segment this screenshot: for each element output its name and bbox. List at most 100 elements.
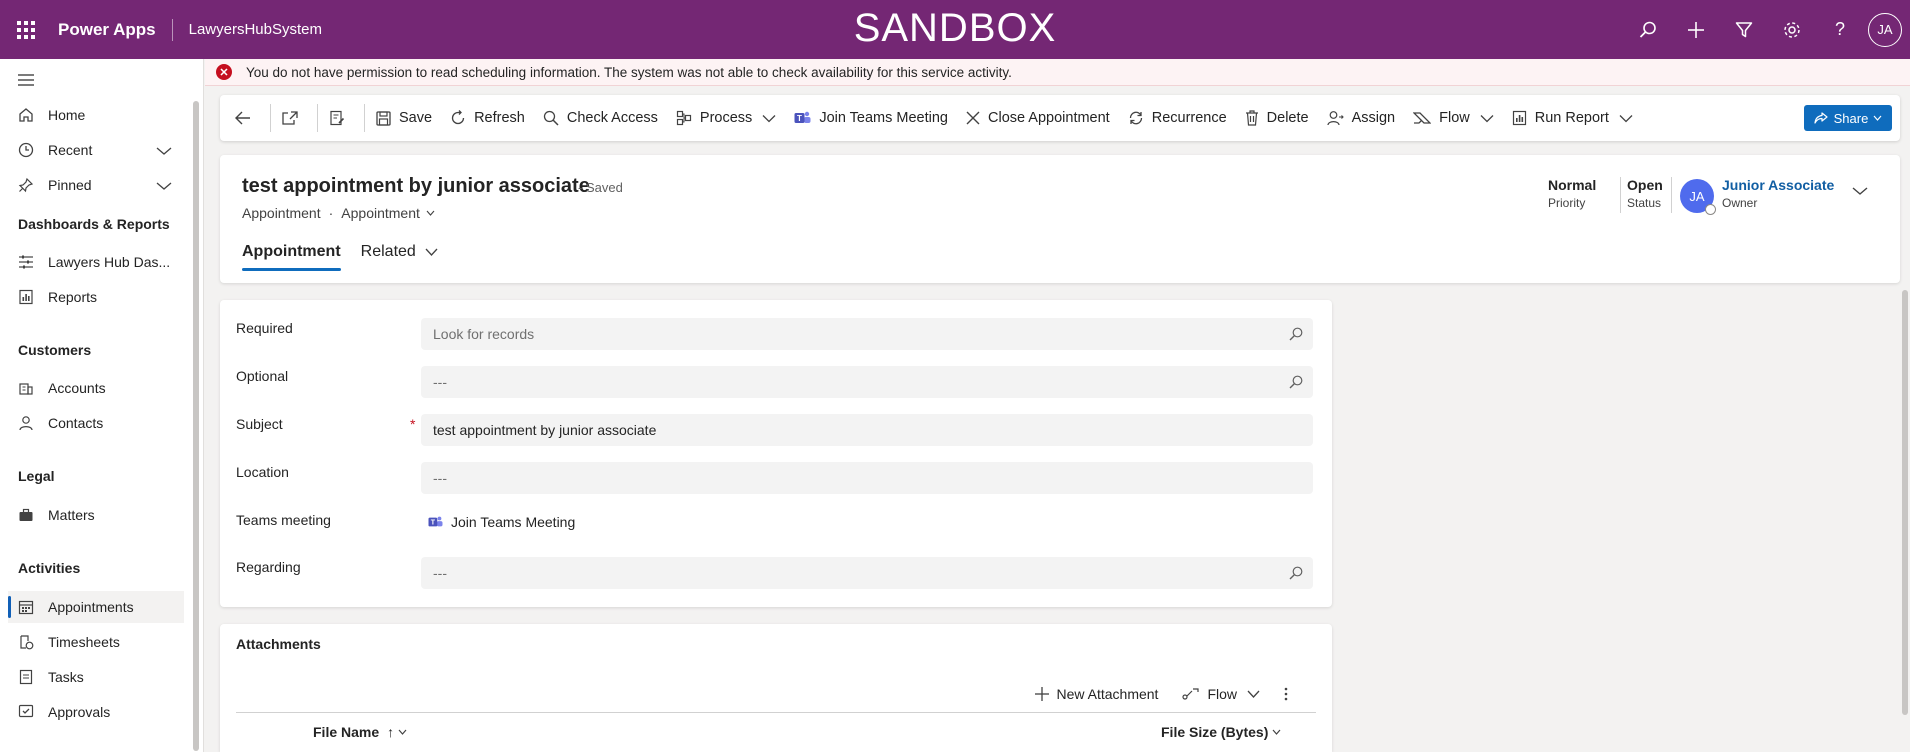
system-name[interactable]: LawyersHubSystem — [189, 21, 322, 38]
save-icon — [376, 110, 391, 126]
more-commands-button[interactable] — [1272, 676, 1308, 712]
user-avatar[interactable]: JA — [1868, 12, 1902, 47]
column-header-label: File Size (Bytes) — [1161, 724, 1269, 740]
sidebar-scrollbar[interactable] — [193, 101, 199, 751]
subject-field[interactable]: test appointment by junior associate — [421, 414, 1313, 446]
column-header-file-size[interactable]: File Size (Bytes) — [1161, 724, 1281, 740]
subject-label: Subject — [236, 416, 283, 432]
sidebar-item-contacts[interactable]: Contacts — [8, 407, 184, 439]
chevron-down-icon[interactable] — [156, 178, 172, 194]
attachments-flow-button[interactable]: Flow — [1170, 676, 1272, 712]
svg-text:T: T — [797, 114, 802, 123]
regarding-lookup-field[interactable]: --- — [421, 557, 1313, 589]
sidebar-item-matters[interactable]: Matters — [8, 499, 184, 531]
gear-icon[interactable] — [1768, 0, 1816, 59]
save-status: - Saved — [578, 180, 623, 195]
sidebar-item-reports[interactable]: Reports — [8, 281, 184, 313]
sidebar-item-label: Pinned — [48, 177, 92, 193]
person-assign-icon — [1326, 111, 1344, 126]
plus-icon[interactable] — [1672, 0, 1720, 59]
sidebar-item-appointments[interactable]: Appointments — [8, 591, 184, 623]
record-subtitle: Appointment · Appointment — [242, 205, 435, 221]
required-lookup-field[interactable]: Look for records — [421, 318, 1313, 350]
timesheet-icon — [18, 634, 34, 650]
sidebar-item-lawyers-hub-dashboard[interactable]: Lawyers Hub Das... — [8, 246, 184, 278]
new-attachment-label: New Attachment — [1056, 686, 1159, 702]
open-in-new-window-button[interactable] — [273, 100, 315, 136]
chevron-down-icon — [1619, 114, 1633, 122]
run-report-button[interactable]: Run Report — [1503, 100, 1642, 136]
recurrence-label: Recurrence — [1151, 110, 1227, 126]
app-name[interactable]: Power Apps — [58, 20, 156, 40]
top-nav-bar: Power Apps LawyersHubSystem SANDBOX ? JA — [0, 0, 1910, 59]
flow-label: Flow — [1439, 110, 1470, 126]
waffle-icon — [17, 20, 35, 39]
chevron-down-icon — [426, 210, 435, 216]
optional-lookup-field[interactable]: --- — [421, 366, 1313, 398]
save-label: Save — [399, 110, 433, 126]
check-access-button[interactable]: Check Access — [534, 100, 667, 136]
sidebar-item-accounts[interactable]: Accounts — [8, 372, 184, 404]
assign-button[interactable]: Assign — [1318, 100, 1405, 136]
sidebar-item-timesheets[interactable]: Timesheets — [8, 626, 184, 658]
teams-icon: T — [428, 516, 443, 527]
share-button[interactable]: Share — [1804, 105, 1892, 131]
search-icon[interactable] — [1624, 0, 1672, 59]
clock-icon — [18, 142, 34, 158]
close-appointment-label: Close Appointment — [988, 110, 1110, 126]
regarding-row: Regarding --- — [236, 557, 1316, 589]
process-button[interactable]: Process — [667, 100, 785, 136]
record-title: test appointment by junior associate — [242, 175, 590, 197]
header-expand-button[interactable] — [1852, 183, 1868, 199]
recurrence-button[interactable]: Recurrence — [1119, 100, 1236, 136]
location-field[interactable]: --- — [421, 462, 1313, 494]
app-launcher-button[interactable] — [0, 0, 52, 59]
back-button[interactable] — [226, 100, 268, 136]
save-button[interactable]: Save — [367, 100, 441, 136]
sidebar-item-approvals[interactable]: Approvals — [8, 696, 184, 728]
column-header-label: File Name — [313, 724, 380, 740]
join-teams-meeting-link[interactable]: T Join Teams Meeting — [428, 514, 575, 530]
delete-button[interactable]: Delete — [1236, 100, 1318, 136]
refresh-button[interactable]: Refresh — [441, 100, 534, 136]
sidebar-item-pinned[interactable]: Pinned — [8, 169, 184, 201]
sidebar-item-label: Matters — [48, 507, 95, 523]
sidebar-item-tasks[interactable]: Tasks — [8, 661, 184, 693]
form-selector[interactable]: Appointment — [341, 205, 435, 221]
required-indicator: * — [410, 416, 416, 432]
appointment-form-section: Required Look for records Optional --- S… — [220, 300, 1332, 607]
owner-name-link[interactable]: Junior Associate — [1722, 177, 1834, 193]
chevron-down-icon[interactable] — [156, 143, 172, 159]
share-label: Share — [1833, 110, 1869, 126]
optional-label: Optional — [236, 368, 289, 384]
help-icon[interactable]: ? — [1816, 0, 1864, 59]
calendar-icon — [18, 599, 34, 615]
form-editor-button[interactable] — [320, 100, 362, 136]
sidebar: Home Recent Pinned Dashboards & Reports … — [0, 59, 204, 752]
join-teams-meeting-button[interactable]: T Join Teams Meeting — [785, 100, 957, 136]
sidebar-item-recent[interactable]: Recent — [8, 134, 184, 166]
sidebar-item-label: Recent — [48, 142, 93, 158]
tab-related[interactable]: Related — [361, 243, 438, 271]
column-header-file-name[interactable]: File Name ↑ — [313, 724, 407, 740]
owner-avatar[interactable]: JA — [1680, 179, 1716, 215]
error-notification: ✕ You do not have permission to read sch… — [205, 59, 1910, 86]
main-scrollbar[interactable] — [1902, 290, 1908, 715]
sidebar-item-home[interactable]: Home — [8, 99, 184, 131]
attachments-flow-label: Flow — [1207, 686, 1237, 702]
priority-label: Priority — [1548, 196, 1586, 210]
run-report-label: Run Report — [1534, 110, 1609, 126]
tab-appointment[interactable]: Appointment — [242, 243, 341, 271]
new-attachment-button[interactable]: New Attachment — [1023, 676, 1171, 712]
hamburger-menu-icon[interactable] — [18, 73, 34, 89]
priority-field: Normal Priority — [1548, 177, 1596, 210]
sidebar-item-label: Appointments — [48, 599, 134, 615]
attachments-section: Attachments New Attachment Flow File Nam… — [220, 624, 1332, 752]
filter-icon[interactable] — [1720, 0, 1768, 59]
form-name: Appointment — [341, 205, 420, 221]
chevron-down-icon — [762, 114, 776, 122]
assign-label: Assign — [1351, 110, 1396, 126]
plus-icon — [1034, 687, 1049, 701]
flow-button[interactable]: Flow — [1404, 100, 1503, 136]
close-appointment-button[interactable]: Close Appointment — [957, 100, 1119, 136]
